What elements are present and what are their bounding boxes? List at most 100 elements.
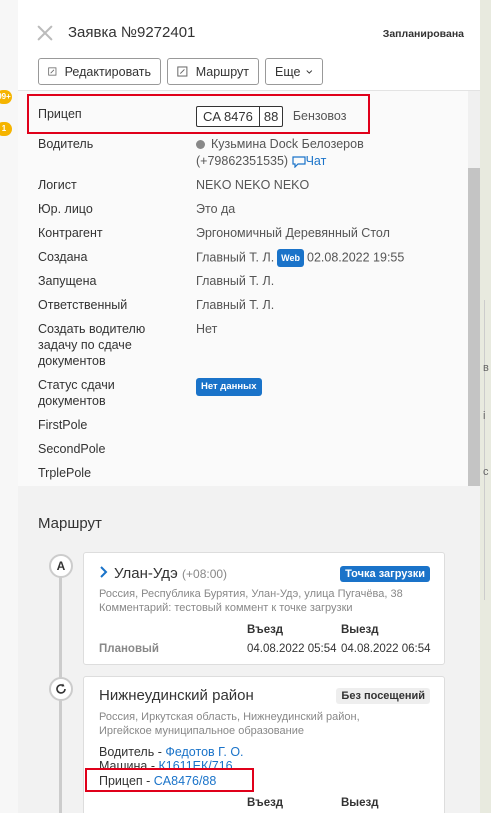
highlight-box (27, 94, 370, 134)
exit-header: Выезд (341, 624, 379, 636)
timezone: (+08:00) (182, 567, 228, 581)
first-pole-label: FirstPole (38, 418, 88, 432)
exit-header: Выезд (341, 797, 379, 809)
chevron-down-icon (306, 69, 313, 74)
scrollbar-thumb[interactable] (468, 168, 480, 486)
created-user: Главный Т. Л. (196, 250, 275, 265)
chevron-right-icon[interactable] (99, 566, 108, 578)
driver-label: Водитель - (99, 745, 166, 759)
address-line: Иргейское муниципальное образование (99, 725, 304, 737)
notification-badge[interactable]: 99+ (0, 90, 12, 104)
left-sidebar-strip: 99+ 1 (0, 0, 18, 813)
driver-link[interactable]: Федотов Г. О. (165, 745, 243, 759)
map-background[interactable] (480, 0, 491, 813)
waypoint-driver: Водитель - Федотов Г. О. (99, 745, 244, 759)
waypoint-city: Нижнеудинский район (99, 687, 254, 704)
route-button-label: Маршрут (195, 64, 249, 79)
second-pole-label: SecondPole (38, 442, 106, 456)
doc-status-label-line: Статус сдачи (38, 378, 115, 392)
counterparty-label: Контрагент (38, 226, 103, 240)
logist-label: Логист (38, 178, 77, 192)
launched-value: Главный Т. Л. (196, 274, 275, 288)
notification-badge-small[interactable]: 1 (0, 122, 12, 136)
page-title: Заявка №9272401 (68, 24, 196, 41)
entry-header: Въезд (247, 797, 284, 809)
doc-status-row: Статус сдачи документов Нет данных (38, 377, 262, 409)
no-visits-badge: Без посещений (336, 688, 430, 704)
address-line: Россия, Республика Бурятия, Улан-Удэ, ул… (99, 588, 403, 600)
second-pole-row: SecondPole (38, 441, 196, 457)
edit-button-label: Редактировать (64, 64, 151, 79)
created-row: Создана Главный Т. Л. Web 02.08.2022 19:55 (38, 249, 404, 267)
chat-label: Чат (305, 154, 327, 168)
toolbar: Редактировать Маршрут Еще (38, 58, 323, 85)
close-icon[interactable] (36, 24, 54, 42)
counterparty-row: Контрагент Эргономичный Деревянный Стол (38, 225, 390, 241)
created-label: Создана (38, 250, 88, 264)
counterparty-value: Эргономичный Деревянный Стол (196, 226, 390, 240)
legal-entity-value: Это да (196, 202, 236, 216)
created-date: 02.08.2022 19:55 (307, 250, 405, 265)
route-point-address: Россия, Республика Бурятия, Улан-Удэ, ул… (99, 587, 434, 615)
doc-status-label-line: документов (38, 394, 106, 408)
driver-task-label-line: документов (38, 354, 106, 368)
planned-entry: 04.08.2022 05:54 (247, 643, 337, 655)
web-badge: Web (277, 249, 305, 267)
launched-row: Запущена Главный Т. Л. (38, 273, 274, 289)
edit-icon (177, 66, 188, 77)
first-pole-row: FirstPole (38, 417, 196, 433)
legal-entity-label: Юр. лицо (38, 202, 93, 216)
launched-label: Запущена (38, 274, 97, 288)
edit-button[interactable]: Редактировать (38, 58, 161, 85)
responsible-row: Ответственный Главный Т. Л. (38, 297, 274, 313)
responsible-label: Ответственный (38, 298, 128, 312)
entry-header: Въезд (247, 624, 284, 636)
doc-status-value: Нет данных (196, 377, 262, 409)
route-point-marker: A (49, 554, 73, 578)
status-badge: Запланирована (382, 28, 464, 40)
doc-status-label: Статус сдачи документов (38, 377, 196, 409)
created-value: Главный Т. Л. Web 02.08.2022 19:55 (196, 249, 404, 267)
highlight-box (85, 768, 254, 792)
logist-row: Логист NEKO NEKO NEKO (38, 177, 309, 193)
responsible-value: Главный Т. Л. (196, 298, 275, 312)
driver-task-row: Создать водителю задачу по сдаче докумен… (38, 321, 217, 369)
route-title: Маршрут (38, 515, 102, 532)
driver-name: Кузьмина Dock Белозеров (211, 137, 364, 151)
address-line: Россия, Иркутская область, Нижнеудинский… (99, 711, 360, 723)
more-button-label: Еще (275, 64, 301, 79)
planned-label: Плановый (99, 643, 159, 655)
panel-header: Заявка №9272401 Запланирована (18, 0, 480, 56)
driver-task-value: Нет (196, 322, 218, 336)
driver-task-label-line: задачу по сдаче (38, 338, 132, 352)
driver-label: Водитель (38, 137, 94, 151)
logist-value: NEKO NEKO NEKO (196, 178, 310, 192)
driver-value: Кузьмина Dock Белозеров (+79862351535) Ч… (196, 136, 364, 169)
driver-task-label-line: Создать водителю (38, 322, 146, 336)
driver-phone: (+79862351535) (196, 154, 289, 168)
status-dot (196, 140, 205, 150)
waypoint-address: Россия, Иркутская область, Нижнеудинский… (99, 710, 434, 738)
driver-task-label: Создать водителю задачу по сдаче докумен… (38, 321, 196, 369)
planned-exit: 04.08.2022 06:54 (341, 643, 431, 655)
route-button[interactable]: Маршрут (167, 58, 259, 85)
map-label: с (483, 466, 489, 478)
city-name: Улан-Удэ (114, 565, 178, 582)
driver-row: Водитель Кузьмина Dock Белозеров (+79862… (38, 136, 364, 169)
refresh-icon (56, 683, 66, 694)
route-section: Маршрут A Улан-Удэ (+08:00) Точка загруз… (18, 486, 480, 813)
chat-link[interactable]: Чат (291, 154, 327, 169)
no-data-badge: Нет данных (196, 378, 262, 396)
more-button[interactable]: Еще (265, 58, 323, 85)
triple-pole-row: TrplePole (38, 465, 196, 481)
legal-entity-row: Юр. лицо Это да (38, 201, 235, 217)
route-waypoint-card[interactable]: Нижнеудинский район Без посещений Россия… (83, 676, 445, 813)
edit-icon (48, 67, 57, 76)
map-label: в (483, 362, 489, 374)
triple-pole-label: TrplePole (38, 466, 92, 480)
order-panel: Заявка №9272401 Запланирована Редактиров… (18, 0, 480, 813)
comment-line: Комментарий: тестовый коммент к точке за… (99, 602, 353, 614)
map-label: i (483, 410, 486, 422)
route-point-card[interactable]: Улан-Удэ (+08:00) Точка загрузки Россия,… (83, 552, 445, 665)
chat-icon (291, 156, 306, 169)
